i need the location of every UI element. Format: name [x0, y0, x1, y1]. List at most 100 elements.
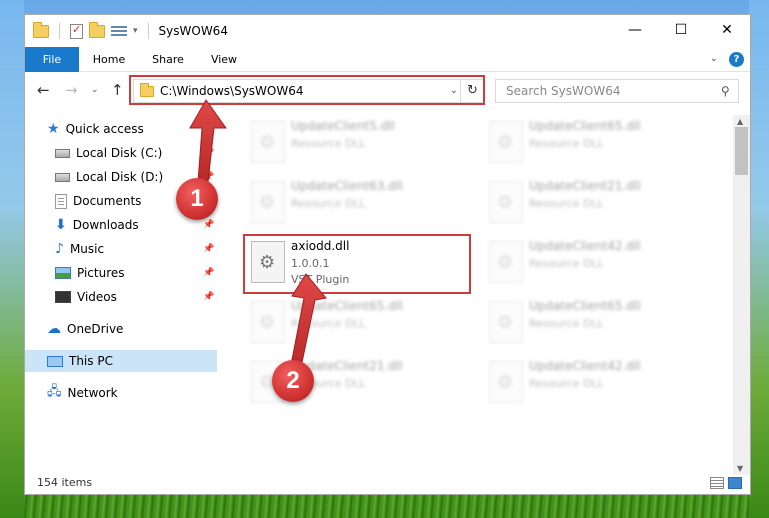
- file-name: UpdateClient65.dll: [529, 119, 641, 133]
- videos-icon: [55, 291, 71, 303]
- sidebar-item-pictures[interactable]: Pictures: [55, 262, 125, 284]
- sidebar-item-label: Local Disk (D:): [76, 170, 164, 184]
- sidebar-item-this-pc[interactable]: This PC: [25, 350, 217, 372]
- download-arrow-icon: ⬇: [55, 217, 67, 233]
- quick-access-toolbar: ▾ SysWOW64: [33, 21, 228, 39]
- pin-icon[interactable]: 📌: [203, 220, 214, 230]
- drive-icon: [55, 172, 70, 182]
- file-list: UpdateClient5.dll Resource DLL UpdateCli…: [235, 115, 735, 475]
- sidebar-item-music[interactable]: ♪ Music: [55, 238, 104, 260]
- new-folder-icon[interactable]: [89, 21, 105, 38]
- maximize-button[interactable]: ☐: [658, 15, 704, 45]
- recent-locations-icon[interactable]: ⌄: [91, 85, 99, 95]
- minimize-button[interactable]: —: [612, 15, 658, 45]
- vertical-scrollbar[interactable]: ▲ ▼: [733, 115, 750, 475]
- folder-icon: [33, 21, 49, 38]
- sidebar-item-videos[interactable]: Videos: [55, 286, 117, 308]
- scroll-thumb[interactable]: [735, 127, 748, 175]
- sidebar-item-label: Network: [67, 386, 118, 400]
- dll-file-icon: [489, 241, 523, 283]
- background-left: [0, 0, 24, 518]
- dll-file-icon: [251, 121, 285, 163]
- file-item[interactable]: UpdateClient42.dll Resource DLL: [483, 357, 703, 409]
- sidebar-item-quick-access[interactable]: ★ Quick access: [47, 118, 144, 140]
- sidebar-item-downloads[interactable]: ⬇ Downloads: [55, 214, 139, 236]
- dll-file-icon: [251, 301, 285, 343]
- file-type: Resource DLL: [529, 137, 604, 150]
- title-bar: ▾ SysWOW64 — ☐ ✕: [25, 15, 750, 47]
- forward-arrow-icon[interactable]: →: [65, 81, 78, 99]
- file-name: UpdateClient63.dll: [291, 179, 403, 193]
- sidebar-item-documents[interactable]: Documents: [55, 190, 141, 212]
- file-type: Resource DLL: [529, 377, 604, 390]
- customize-view-icon[interactable]: [111, 25, 127, 38]
- file-type: Resource DLL: [529, 257, 604, 270]
- pin-icon[interactable]: 📌: [203, 292, 214, 302]
- pin-icon[interactable]: 📌: [203, 148, 214, 158]
- file-type: Resource DLL: [291, 197, 366, 210]
- sidebar-item-label: OneDrive: [67, 322, 124, 336]
- tab-file[interactable]: File: [25, 47, 79, 72]
- file-name: UpdateClient5.dll: [291, 119, 395, 133]
- pictures-icon: [55, 267, 71, 279]
- expand-ribbon-icon[interactable]: ⌄: [710, 53, 718, 64]
- file-type: Resource DLL: [291, 137, 366, 150]
- sidebar-item-label: Quick access: [65, 122, 144, 136]
- cloud-icon: ☁: [47, 321, 61, 337]
- sidebar-item-local-disk-c[interactable]: Local Disk (C:): [55, 142, 162, 164]
- sidebar-item-label: Videos: [77, 290, 117, 304]
- file-item[interactable]: UpdateClient5.dll Resource DLL: [245, 117, 465, 169]
- computer-icon: [47, 355, 63, 367]
- help-icon[interactable]: ?: [729, 52, 744, 67]
- sidebar-item-label: Music: [69, 242, 105, 256]
- details-view-icon[interactable]: [710, 477, 724, 489]
- file-name: UpdateClient42.dll: [529, 359, 641, 373]
- background-right: [749, 0, 769, 518]
- callout-1: 1: [176, 178, 218, 220]
- file-item[interactable]: UpdateClient21.dll Resource DLL: [483, 177, 703, 229]
- file-item[interactable]: UpdateClient65.dll Resource DLL: [245, 297, 465, 349]
- search-input[interactable]: Search SysWOW64 ⚲: [495, 79, 739, 103]
- tab-view[interactable]: View: [201, 47, 247, 72]
- explorer-window: ▾ SysWOW64 — ☐ ✕ File Home Share View ⌄ …: [24, 14, 751, 495]
- file-type: Resource DLL: [529, 317, 604, 330]
- close-button[interactable]: ✕: [704, 15, 750, 45]
- file-type: Resource DLL: [529, 197, 604, 210]
- sidebar-item-label: Local Disk (C:): [76, 146, 163, 160]
- dll-file-icon: [489, 121, 523, 163]
- file-highlight-box: [243, 234, 471, 294]
- dll-file-icon: [489, 361, 523, 403]
- file-item[interactable]: UpdateClient63.dll Resource DLL: [245, 177, 465, 229]
- search-placeholder: Search SysWOW64: [506, 84, 621, 98]
- sidebar-item-onedrive[interactable]: ☁ OneDrive: [47, 318, 123, 340]
- navigation-bar: ← → ⌄ ↑ C:\Windows\SysWOW64 ⌄ ↻ Search S…: [25, 75, 750, 107]
- up-arrow-icon[interactable]: ↑: [111, 81, 124, 99]
- item-count: 154 items: [37, 476, 93, 489]
- pin-icon[interactable]: 📌: [203, 268, 214, 278]
- search-icon[interactable]: ⚲: [721, 84, 730, 98]
- file-name: UpdateClient65.dll: [291, 299, 403, 313]
- ribbon-tabs: File Home Share View ⌄ ?: [25, 47, 750, 72]
- file-item[interactable]: UpdateClient65.dll Resource DLL: [483, 297, 703, 349]
- file-type: Resource DLL: [291, 317, 366, 330]
- scroll-up-icon[interactable]: ▲: [737, 117, 743, 126]
- sidebar-item-local-disk-d[interactable]: Local Disk (D:): [55, 166, 163, 188]
- tab-home[interactable]: Home: [83, 47, 135, 72]
- back-arrow-icon[interactable]: ←: [37, 81, 50, 99]
- file-item[interactable]: UpdateClient42.dll Resource DLL: [483, 237, 703, 289]
- qat-dropdown-icon[interactable]: ▾: [133, 26, 138, 36]
- tab-share[interactable]: Share: [143, 47, 193, 72]
- sidebar-item-network[interactable]: 🖧 Network: [47, 382, 118, 404]
- large-icons-view-icon[interactable]: [728, 477, 742, 489]
- address-highlight-box: [129, 75, 485, 105]
- file-item[interactable]: UpdateClient65.dll Resource DLL: [483, 117, 703, 169]
- sidebar-item-label: Pictures: [77, 266, 125, 280]
- sidebar-item-label: Documents: [73, 194, 142, 208]
- drive-icon: [55, 148, 70, 158]
- dll-file-icon: [489, 181, 523, 223]
- quick-access-star-icon: ★: [47, 121, 60, 137]
- sidebar-item-label: This PC: [69, 354, 113, 368]
- properties-icon[interactable]: [70, 23, 83, 39]
- window-controls: — ☐ ✕: [612, 15, 750, 45]
- pin-icon[interactable]: 📌: [203, 244, 214, 254]
